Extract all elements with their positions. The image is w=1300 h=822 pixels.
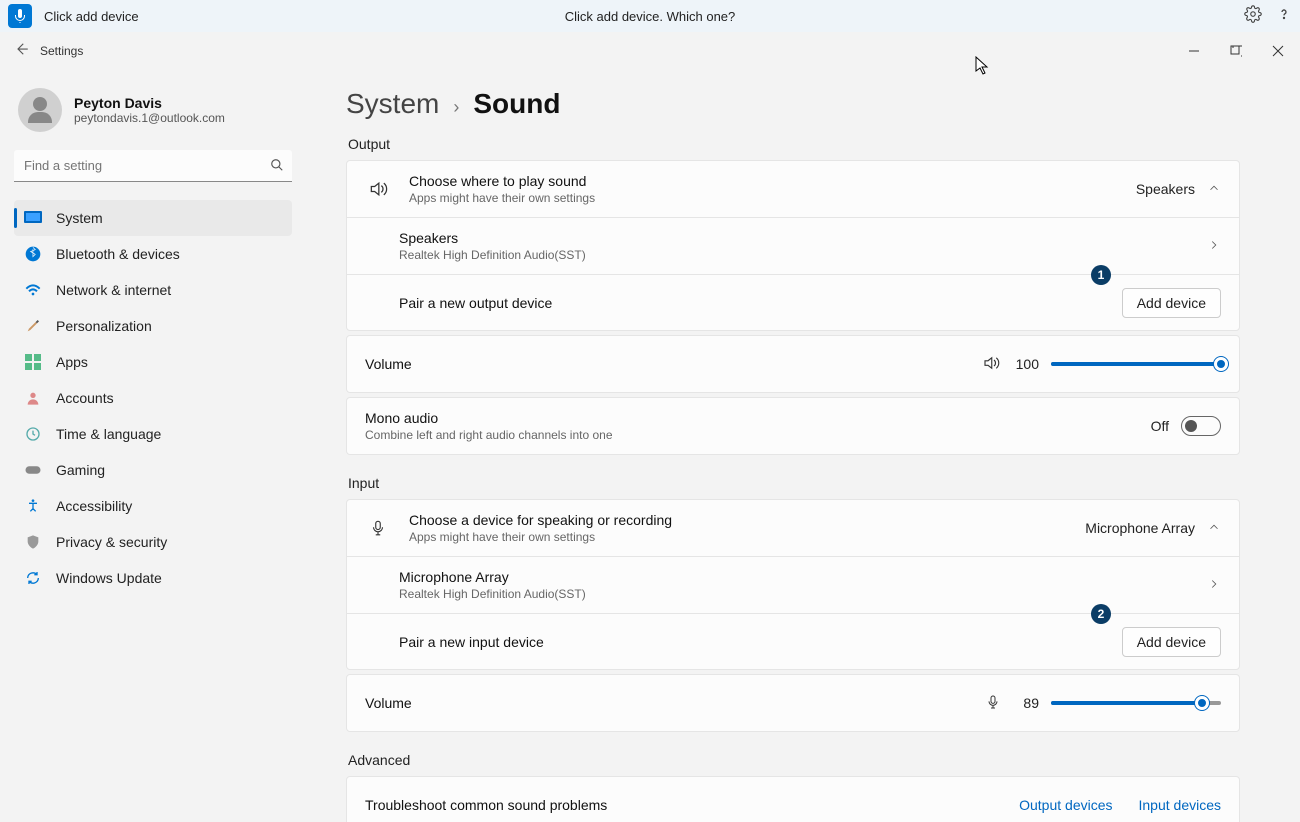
bluetooth-icon bbox=[24, 245, 42, 263]
mono-audio-card: Mono audio Combine left and right audio … bbox=[346, 397, 1240, 455]
assistant-question: Click add device. Which one? bbox=[565, 9, 736, 24]
troubleshoot-output-link[interactable]: Output devices bbox=[1019, 797, 1112, 813]
output-volume-slider[interactable] bbox=[1051, 362, 1221, 366]
wifi-icon bbox=[24, 281, 42, 299]
choose-input-row[interactable]: Choose a device for speaking or recordin… bbox=[347, 500, 1239, 556]
input-volume-row: Volume 89 bbox=[347, 675, 1239, 731]
input-volume-card: Volume 89 bbox=[346, 674, 1240, 732]
window-title-bar: Settings bbox=[0, 32, 1300, 70]
output-volume-value: 100 bbox=[1013, 356, 1039, 372]
assistant-help-bar: Click add device Click add device. Which… bbox=[0, 0, 1300, 32]
brush-icon bbox=[24, 317, 42, 335]
avatar bbox=[18, 88, 62, 132]
sidebar: Peyton Davis peytondavis.1@outlook.com S… bbox=[0, 70, 306, 822]
maximize-icon[interactable] bbox=[1226, 41, 1246, 61]
volume-icon[interactable] bbox=[981, 354, 1001, 375]
sidebar-item-apps[interactable]: Apps bbox=[14, 344, 292, 380]
nav-list: System Bluetooth & devices Network & int… bbox=[14, 200, 292, 596]
output-volume-card: Volume 100 bbox=[346, 335, 1240, 393]
minimize-icon[interactable] bbox=[1184, 41, 1204, 61]
sidebar-item-time[interactable]: Time & language bbox=[14, 416, 292, 452]
back-icon[interactable] bbox=[12, 40, 30, 63]
mono-audio-toggle[interactable] bbox=[1181, 416, 1221, 436]
section-output-header: Output bbox=[348, 136, 1240, 152]
input-volume-slider[interactable] bbox=[1051, 701, 1221, 705]
troubleshoot-card: Troubleshoot common sound problems Outpu… bbox=[346, 776, 1240, 822]
profile-email: peytondavis.1@outlook.com bbox=[74, 111, 225, 125]
microphone-icon bbox=[365, 518, 391, 538]
profile-name: Peyton Davis bbox=[74, 95, 225, 111]
chevron-right-icon bbox=[1207, 577, 1221, 594]
sidebar-item-update[interactable]: Windows Update bbox=[14, 560, 292, 596]
section-advanced-header: Advanced bbox=[348, 752, 1240, 768]
breadcrumb-root[interactable]: System bbox=[346, 88, 439, 120]
add-input-device-button[interactable]: Add device bbox=[1122, 627, 1221, 657]
chevron-right-icon: › bbox=[453, 97, 459, 118]
mono-audio-row[interactable]: Mono audio Combine left and right audio … bbox=[347, 398, 1239, 454]
add-output-device-button[interactable]: Add device bbox=[1122, 288, 1221, 318]
voice-icon[interactable] bbox=[8, 4, 32, 28]
troubleshoot-input-link[interactable]: Input devices bbox=[1139, 797, 1222, 813]
pair-input-row: Pair a new input device Add device 2 bbox=[347, 613, 1239, 669]
section-input-header: Input bbox=[348, 475, 1240, 491]
profile-block[interactable]: Peyton Davis peytondavis.1@outlook.com bbox=[14, 80, 292, 150]
sidebar-item-personalization[interactable]: Personalization bbox=[14, 308, 292, 344]
troubleshoot-row: Troubleshoot common sound problems Outpu… bbox=[347, 777, 1239, 822]
gear-icon[interactable] bbox=[1244, 5, 1262, 28]
output-card: Choose where to play sound Apps might ha… bbox=[346, 160, 1240, 331]
help-icon[interactable] bbox=[1276, 5, 1292, 28]
search-input[interactable] bbox=[14, 150, 292, 182]
search-icon bbox=[270, 158, 284, 177]
system-icon bbox=[24, 209, 42, 227]
step-badge-2: 2 bbox=[1091, 604, 1111, 624]
shield-icon bbox=[24, 533, 42, 551]
sidebar-item-accounts[interactable]: Accounts bbox=[14, 380, 292, 416]
chevron-up-icon bbox=[1207, 520, 1221, 537]
page-title: Sound bbox=[473, 88, 560, 120]
choose-output-row[interactable]: Choose where to play sound Apps might ha… bbox=[347, 161, 1239, 217]
sidebar-item-accessibility[interactable]: Accessibility bbox=[14, 488, 292, 524]
breadcrumb: System › Sound bbox=[346, 88, 1240, 120]
clock-icon bbox=[24, 425, 42, 443]
chevron-right-icon bbox=[1207, 238, 1221, 255]
sidebar-item-bluetooth[interactable]: Bluetooth & devices bbox=[14, 236, 292, 272]
microphone-icon[interactable] bbox=[985, 693, 1001, 714]
mono-state-label: Off bbox=[1151, 418, 1169, 434]
person-icon bbox=[24, 389, 42, 407]
app-title: Settings bbox=[40, 44, 83, 58]
gamepad-icon bbox=[24, 461, 42, 479]
sidebar-item-privacy[interactable]: Privacy & security bbox=[14, 524, 292, 560]
input-volume-value: 89 bbox=[1013, 695, 1039, 711]
sidebar-item-system[interactable]: System bbox=[14, 200, 292, 236]
search-field[interactable] bbox=[14, 150, 292, 182]
current-input-device: Microphone Array bbox=[1085, 520, 1195, 536]
chevron-up-icon bbox=[1207, 181, 1221, 198]
output-volume-row: Volume 100 bbox=[347, 336, 1239, 392]
sidebar-item-gaming[interactable]: Gaming bbox=[14, 452, 292, 488]
pair-output-row: Pair a new output device Add device 1 bbox=[347, 274, 1239, 330]
accessibility-icon bbox=[24, 497, 42, 515]
speaker-icon bbox=[365, 179, 391, 199]
update-icon bbox=[24, 569, 42, 587]
current-output-device: Speakers bbox=[1136, 181, 1195, 197]
input-card: Choose a device for speaking or recordin… bbox=[346, 499, 1240, 670]
assistant-hint: Click add device bbox=[44, 9, 139, 24]
main-content: System › Sound Output Choose where to pl… bbox=[306, 70, 1300, 822]
sidebar-item-network[interactable]: Network & internet bbox=[14, 272, 292, 308]
step-badge-1: 1 bbox=[1091, 265, 1111, 285]
apps-icon bbox=[24, 353, 42, 371]
close-icon[interactable] bbox=[1268, 41, 1288, 61]
